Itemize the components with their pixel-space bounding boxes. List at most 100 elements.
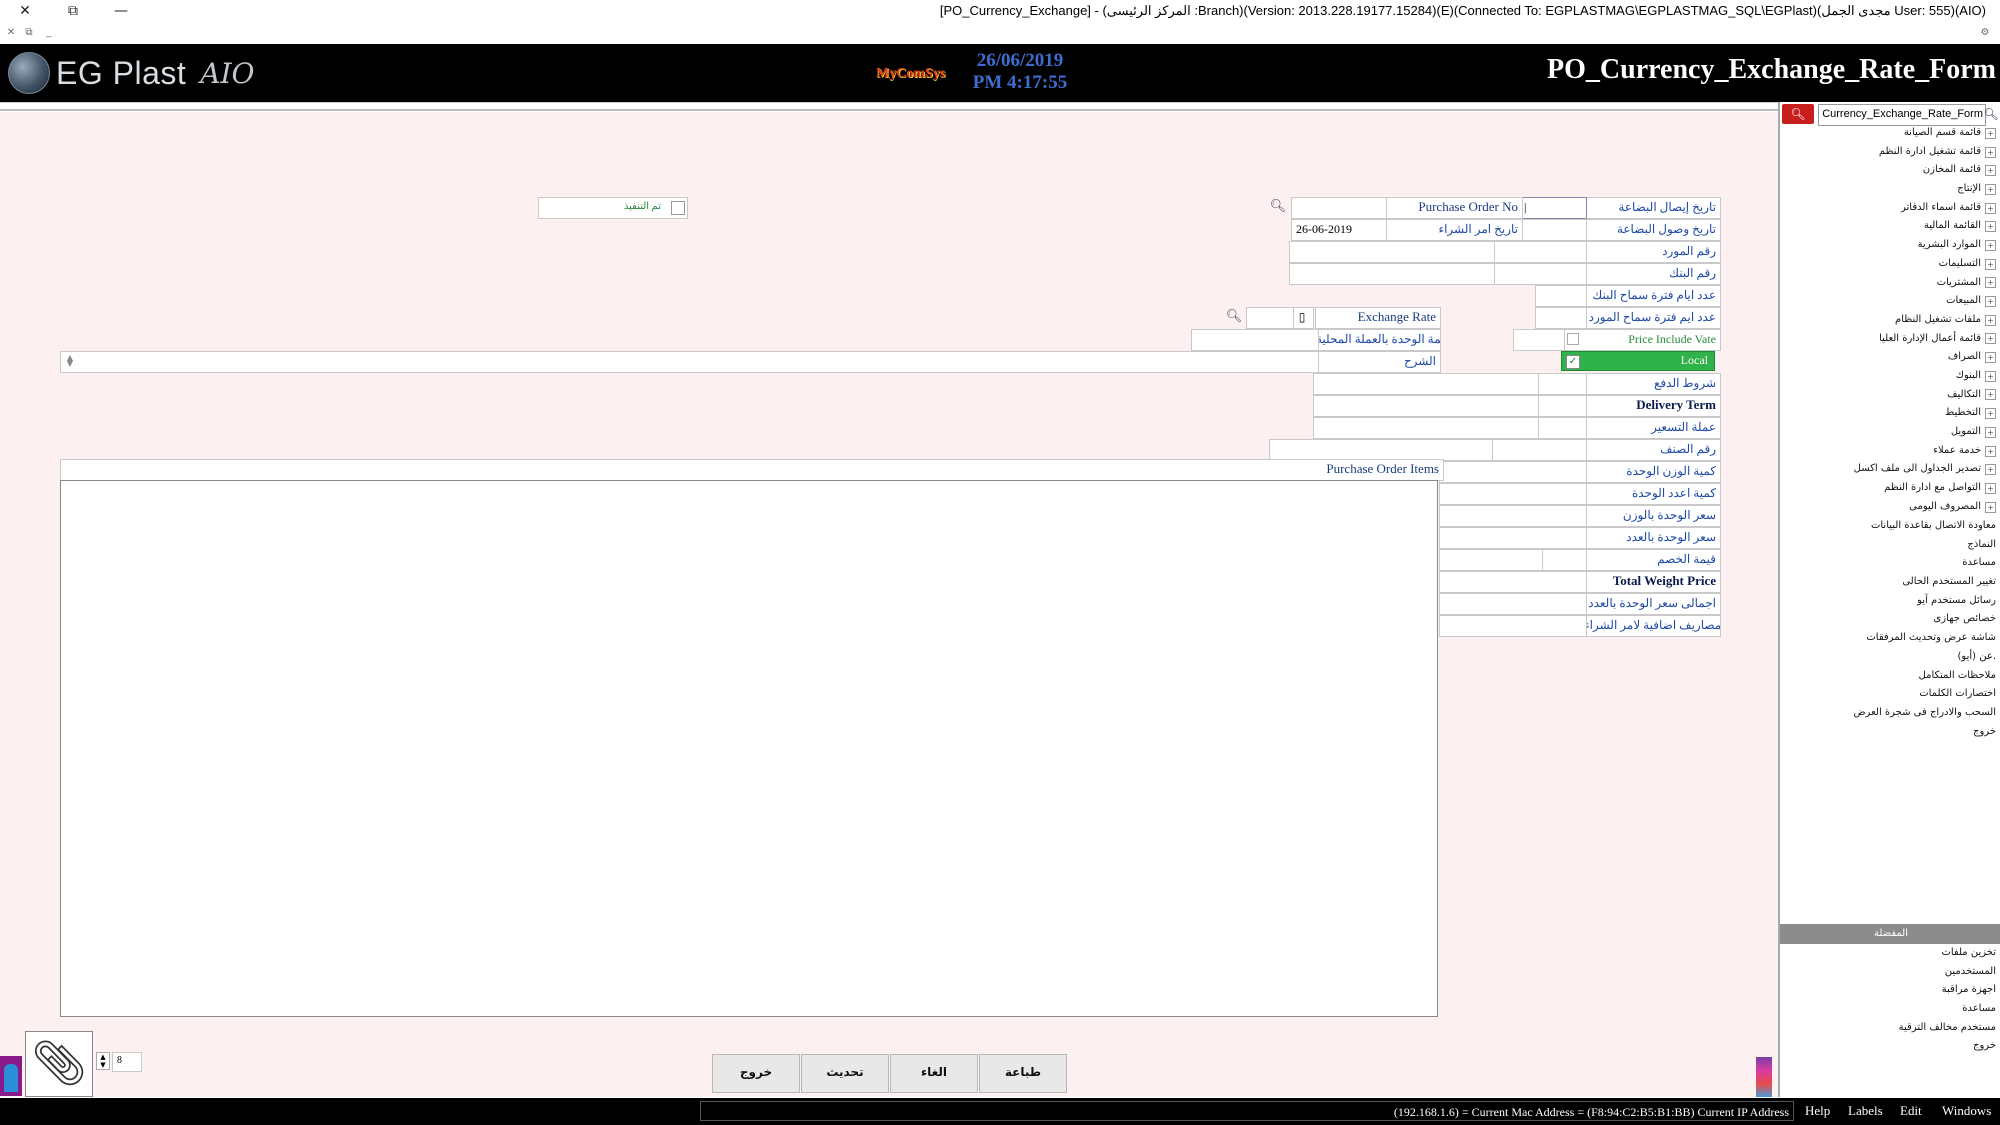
nav-leaf-item[interactable]: النماذج — [1853, 536, 1996, 555]
po-search-icon[interactable]: 🔍︎ — [1268, 197, 1288, 217]
expand-icon[interactable]: + — [1985, 183, 1996, 195]
expand-icon[interactable]: + — [1985, 501, 1996, 513]
print-button[interactable]: طباعة — [979, 1054, 1067, 1093]
expand-icon[interactable]: + — [1985, 239, 1996, 251]
expand-icon[interactable]: + — [1985, 352, 1996, 364]
nav-tree-item[interactable]: التخطيط + — [1854, 404, 1996, 423]
attachment-count[interactable]: 8 — [112, 1052, 142, 1072]
price-include-vat-checkbox[interactable] — [1567, 333, 1579, 345]
delivery-term-code[interactable] — [1535, 395, 1587, 417]
nav-tree-item[interactable]: قائمة أعمال الإدارة العليا + — [1854, 330, 1996, 349]
local-unit-value-field[interactable] — [1191, 329, 1319, 351]
nav-tree-item[interactable]: البنوك + — [1854, 367, 1996, 386]
menu-edit[interactable]: Edit — [1900, 1103, 1922, 1119]
favorite-item[interactable]: مستخدم مخالف الترقية — [1899, 1019, 1996, 1038]
expand-icon[interactable]: + — [1985, 146, 1996, 158]
nav-leaf-item[interactable]: عن (أيو). — [1853, 648, 1996, 667]
explanation-spinner-icon[interactable]: ▲ ▼ — [64, 354, 76, 368]
color-strip-icon[interactable] — [1756, 1057, 1772, 1097]
settings-icon[interactable]: ⚙ — [1978, 26, 1992, 40]
nav-tree-item[interactable]: الصراف + — [1854, 348, 1996, 367]
po-date-field[interactable]: 26-06-2019 — [1291, 219, 1387, 241]
expand-icon[interactable]: + — [1985, 314, 1996, 326]
po-no-field[interactable] — [1291, 197, 1387, 219]
expand-icon[interactable]: + — [1985, 482, 1996, 494]
nav-tree-item[interactable]: المصروف اليومى + — [1854, 498, 1996, 517]
nav-leaf-item[interactable]: خروج — [1853, 723, 1996, 742]
attachment-spinner-icon[interactable]: ▲ ▼ — [96, 1052, 110, 1070]
payment-terms-code[interactable] — [1535, 373, 1587, 395]
nav-tree-item[interactable]: التسليمات + — [1854, 255, 1996, 274]
expand-icon[interactable]: + — [1985, 258, 1996, 270]
local-checkbox[interactable]: ✓ — [1566, 355, 1580, 369]
nav-tree-item[interactable]: خدمة عملاء + — [1854, 442, 1996, 461]
expand-icon[interactable]: + — [1985, 445, 1996, 457]
nav-tree-item[interactable]: الموارد البشرية + — [1854, 236, 1996, 255]
bank-no-field[interactable] — [1491, 263, 1587, 285]
unit-price-weight-field[interactable] — [1439, 505, 1587, 527]
explanation-field[interactable] — [60, 351, 1319, 373]
nav-leaf-item[interactable]: مساعدة — [1853, 554, 1996, 573]
arrival-date-field[interactable] — [1519, 219, 1587, 241]
nav-tree-item[interactable]: التواصل مع ادارة النظم + — [1854, 479, 1996, 498]
unit-price-count-field[interactable] — [1439, 527, 1587, 549]
mdi-close-icon[interactable]: ✕ — [4, 26, 18, 40]
favorite-item[interactable]: تخزين ملفات — [1899, 944, 1996, 963]
nav-leaf-item[interactable]: تغيير المستخدم الحالى — [1853, 573, 1996, 592]
nav-tree-item[interactable]: ملفات تشغيل النظام + — [1854, 311, 1996, 330]
expand-icon[interactable]: + — [1985, 426, 1996, 438]
side-tab[interactable] — [0, 1056, 22, 1096]
nav-leaf-item[interactable]: معاودة الاتصال بقاعدة البيانات — [1853, 517, 1996, 536]
extra-expenses-field[interactable] — [1439, 615, 1587, 637]
pricing-currency-code[interactable] — [1535, 417, 1587, 439]
local-toggle[interactable]: ✓ Local — [1561, 351, 1715, 371]
nav-tree-item[interactable]: الإنتاج + — [1854, 180, 1996, 199]
search-icon[interactable]: 🔍︎ — [1982, 104, 2000, 124]
form-search-input[interactable]: Currency_Exchange_Rate_Form — [1818, 104, 1986, 126]
item-no-field[interactable] — [1489, 439, 1587, 461]
expand-icon[interactable]: + — [1985, 127, 1996, 139]
menu-labels[interactable]: Labels — [1848, 1103, 1883, 1119]
exchange-rate-field[interactable] — [1246, 307, 1294, 329]
red-search-button-icon[interactable]: 🔍︎ — [1782, 104, 1814, 124]
po-items-grid[interactable] — [60, 480, 1438, 1017]
nav-leaf-item[interactable]: السحب والادراج فى شجرة العرض — [1853, 704, 1996, 723]
favorite-item[interactable]: المستخدمين — [1899, 963, 1996, 982]
minimize-window-button[interactable]: — — [108, 1, 134, 21]
mdi-restore-icon[interactable]: ⧉ — [22, 26, 36, 40]
expand-icon[interactable]: + — [1985, 202, 1996, 214]
expand-icon[interactable]: + — [1985, 296, 1996, 308]
mdi-minimize-icon[interactable]: _ — [42, 26, 56, 40]
nav-tree-item[interactable]: التمويل + — [1854, 423, 1996, 442]
nav-leaf-item[interactable]: اختصارات الكلمات — [1853, 685, 1996, 704]
exit-button[interactable]: خروج — [712, 1054, 800, 1093]
discount-field[interactable] — [1439, 549, 1543, 571]
nav-leaf-item[interactable]: شاشة عرض وتحديث المرفقات — [1853, 629, 1996, 648]
menu-windows[interactable]: Windows — [1942, 1103, 1991, 1119]
expand-icon[interactable]: + — [1985, 221, 1996, 233]
nav-tree-item[interactable]: المشتريات + — [1854, 274, 1996, 293]
nav-tree-item[interactable]: التكاليف + — [1854, 386, 1996, 405]
cancel-button[interactable]: الغاء — [890, 1054, 978, 1093]
favorite-item[interactable]: خروج — [1899, 1037, 1996, 1056]
supplier-no-field[interactable] — [1491, 241, 1587, 263]
vat-field[interactable] — [1513, 329, 1565, 351]
expand-icon[interactable]: + — [1985, 389, 1996, 401]
nav-tree-item[interactable]: القائمة المالية + — [1854, 217, 1996, 236]
expand-icon[interactable]: + — [1985, 333, 1996, 345]
weight-qty-field[interactable] — [1439, 461, 1587, 483]
expand-icon[interactable]: + — [1985, 165, 1996, 177]
menu-help[interactable]: Help — [1805, 1103, 1830, 1119]
close-window-button[interactable]: ✕ — [12, 1, 38, 21]
nav-tree-item[interactable]: قائمة قسم الصيانة + — [1854, 124, 1996, 143]
expand-icon[interactable]: + — [1985, 408, 1996, 420]
attachment-paperclip-icon[interactable]: 📎︎ — [25, 1031, 93, 1097]
update-button[interactable]: تحديث — [801, 1054, 889, 1093]
favorite-item[interactable]: اجهزة مراقبة — [1899, 981, 1996, 1000]
nav-tree-item[interactable]: المبيعات + — [1854, 292, 1996, 311]
nav-tree-item[interactable]: قائمة المخازن + — [1854, 161, 1996, 180]
executed-checkbox[interactable] — [671, 201, 685, 215]
exchange-rate-search-icon[interactable]: 🔍︎ — [1224, 307, 1244, 327]
count-qty-field[interactable] — [1439, 483, 1587, 505]
nav-leaf-item[interactable]: رسائل مستخدم آيو — [1853, 592, 1996, 611]
